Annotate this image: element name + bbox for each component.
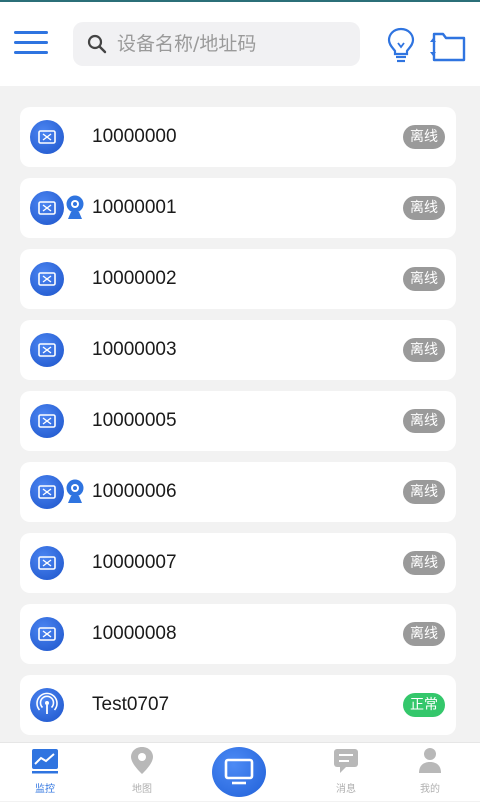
status-badge: 离线 [403,551,445,575]
device-id: 10000008 [92,623,177,644]
center-monitor-button[interactable] [212,747,266,797]
search-box[interactable] [73,22,360,66]
status-badge: 离线 [403,480,445,504]
message-icon [334,749,358,773]
device-card[interactable]: 10000005 离线 [20,391,456,451]
device-card[interactable]: 10000007 离线 [20,533,456,593]
device-card[interactable]: 10000003 离线 [20,320,456,380]
webcam-icon [66,479,84,503]
tab-label: 消息 [336,784,356,795]
search-icon [87,34,107,54]
status-badge: 正常 [403,693,445,717]
chart-icon [32,749,58,774]
tv-icon [30,617,64,651]
device-card[interactable]: Test0707 正常 [20,675,456,735]
device-id: 10000000 [92,126,177,147]
tv-icon [30,404,64,438]
tv-icon [30,120,64,154]
menu-icon-line [14,51,48,54]
device-card[interactable]: 10000002 离线 [20,249,456,309]
status-badge: 离线 [403,196,445,220]
tab-label: 监控 [35,784,55,795]
device-card[interactable]: 10000006 离线 [20,462,456,522]
status-badge: 离线 [403,125,445,149]
tv-icon [30,546,64,580]
map-pin-icon [131,747,153,774]
status-badge: 离线 [403,622,445,646]
tv-icon [30,333,64,367]
menu-icon-line [14,31,48,34]
tab-label: 我的 [420,784,440,795]
webcam-icon [66,195,84,219]
menu-button[interactable] [14,28,50,58]
tv-icon [30,191,64,225]
device-id: 10000002 [92,268,177,289]
device-id: 10000001 [92,197,177,218]
tab-label: 地图 [132,784,152,795]
signal-tower-icon [30,688,64,722]
tab-monitor[interactable]: 监控 [15,743,75,801]
device-card[interactable]: 10000001 离线 [20,178,456,238]
user-icon [419,748,441,773]
device-card[interactable]: 10000008 离线 [20,604,456,664]
status-badge: 离线 [403,338,445,362]
tab-messages[interactable]: 消息 [316,743,376,801]
tv-icon [30,262,64,296]
monitor-icon [224,758,254,785]
device-list: 10000000 离线 10000001 离线 10000002 离线 1000… [20,107,456,746]
device-id: Test0707 [92,694,170,715]
menu-icon-line [14,41,48,44]
lightbulb-icon[interactable] [384,26,418,64]
device-id: 10000006 [92,481,177,502]
status-badge: 离线 [403,409,445,433]
folder-sort-icon[interactable] [426,28,468,64]
status-badge: 离线 [403,267,445,291]
search-input[interactable] [117,22,347,66]
tv-icon [30,475,64,509]
device-id: 10000003 [92,339,177,360]
top-bar [0,0,480,86]
tab-map[interactable]: 地图 [112,743,172,801]
device-id: 10000005 [92,410,177,431]
device-card[interactable]: 10000000 离线 [20,107,456,167]
tab-mine[interactable]: 我的 [400,743,460,801]
device-id: 10000007 [92,552,177,573]
